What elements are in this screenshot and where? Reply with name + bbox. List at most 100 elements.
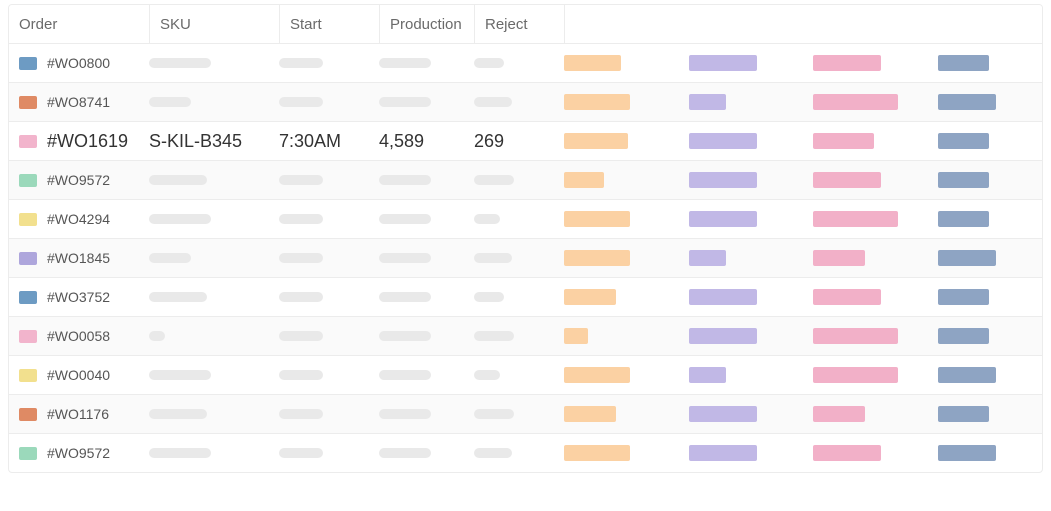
- table-row[interactable]: #WO9572: [9, 433, 1042, 472]
- color-swatch: [19, 330, 37, 343]
- metric-bar: [564, 94, 630, 110]
- metric-bar: [813, 445, 881, 461]
- metric-bar: [938, 172, 990, 188]
- metric-bar: [564, 289, 616, 305]
- skeleton-placeholder: [149, 214, 211, 224]
- table-row[interactable]: #WO1619S-KIL-B3457:30AM4,589269: [9, 121, 1042, 160]
- metric-bar: [689, 328, 757, 344]
- metric-bar: [813, 367, 898, 383]
- color-swatch: [19, 213, 37, 226]
- skeleton-placeholder: [149, 253, 191, 263]
- order-id: #WO8741: [47, 94, 110, 110]
- order-id: #WO3752: [47, 289, 110, 305]
- order-id: #WO4294: [47, 211, 110, 227]
- work-orders-table: Order SKU Start Production Reject #WO080…: [8, 4, 1043, 473]
- skeleton-placeholder: [149, 370, 211, 380]
- skeleton-placeholder: [279, 58, 323, 68]
- table-row[interactable]: #WO1845: [9, 238, 1042, 277]
- order-id: #WO0800: [47, 55, 110, 71]
- skeleton-placeholder: [474, 253, 512, 263]
- skeleton-placeholder: [149, 175, 207, 185]
- metric-bar: [938, 94, 997, 110]
- metric-bar: [813, 94, 898, 110]
- color-swatch: [19, 291, 37, 304]
- skeleton-placeholder: [379, 370, 431, 380]
- metric-bar: [813, 211, 898, 227]
- metric-bar: [564, 133, 628, 149]
- order-id: #WO1845: [47, 250, 110, 266]
- metric-bar: [689, 289, 757, 305]
- skeleton-placeholder: [279, 370, 323, 380]
- sku-value: S-KIL-B345: [149, 131, 242, 152]
- table-row[interactable]: #WO3752: [9, 277, 1042, 316]
- metric-bar: [938, 55, 990, 71]
- table-row[interactable]: #WO8741: [9, 82, 1042, 121]
- metric-bar: [689, 94, 727, 110]
- metric-bar: [813, 133, 874, 149]
- skeleton-placeholder: [279, 409, 323, 419]
- metric-bar: [813, 289, 881, 305]
- skeleton-placeholder: [379, 331, 431, 341]
- order-id: #WO1176: [47, 406, 109, 422]
- skeleton-placeholder: [379, 58, 431, 68]
- metric-bar: [938, 289, 990, 305]
- color-swatch: [19, 369, 37, 382]
- skeleton-placeholder: [149, 331, 165, 341]
- table-row[interactable]: #WO0058: [9, 316, 1042, 355]
- color-swatch: [19, 408, 37, 421]
- header-reject: Reject: [474, 5, 528, 43]
- skeleton-placeholder: [149, 448, 211, 458]
- skeleton-placeholder: [279, 214, 323, 224]
- metric-bar: [813, 172, 881, 188]
- table-row[interactable]: #WO9572: [9, 160, 1042, 199]
- metric-bar: [938, 328, 990, 344]
- metric-bar: [938, 445, 997, 461]
- production-value: 4,589: [379, 131, 424, 152]
- color-swatch: [19, 447, 37, 460]
- header-start: Start: [279, 5, 322, 43]
- skeleton-placeholder: [149, 97, 191, 107]
- skeleton-placeholder: [279, 292, 323, 302]
- skeleton-placeholder: [279, 175, 323, 185]
- metric-bar: [689, 133, 757, 149]
- metric-bar: [689, 445, 757, 461]
- table-row[interactable]: #WO1176: [9, 394, 1042, 433]
- color-swatch: [19, 174, 37, 187]
- metric-bar: [689, 211, 757, 227]
- reject-value: 269: [474, 131, 504, 152]
- skeleton-placeholder: [279, 253, 323, 263]
- skeleton-placeholder: [379, 214, 431, 224]
- table-row[interactable]: #WO4294: [9, 199, 1042, 238]
- metric-bar: [813, 55, 881, 71]
- skeleton-placeholder: [279, 331, 323, 341]
- table-row[interactable]: #WO0040: [9, 355, 1042, 394]
- skeleton-placeholder: [474, 448, 512, 458]
- metric-bar: [564, 445, 630, 461]
- metric-bar: [938, 250, 997, 266]
- metric-bar: [813, 406, 865, 422]
- metric-bar: [564, 55, 621, 71]
- skeleton-placeholder: [474, 370, 500, 380]
- table-row[interactable]: #WO0800: [9, 43, 1042, 82]
- color-swatch: [19, 96, 37, 109]
- metric-bar: [813, 250, 865, 266]
- table-header-row: Order SKU Start Production Reject: [9, 5, 1042, 43]
- skeleton-placeholder: [379, 448, 431, 458]
- metric-bar: [938, 211, 990, 227]
- order-id: #WO9572: [47, 172, 110, 188]
- skeleton-placeholder: [474, 331, 514, 341]
- header-sku: SKU: [149, 5, 191, 43]
- skeleton-placeholder: [474, 58, 504, 68]
- metric-bar: [564, 211, 630, 227]
- order-id: #WO9572: [47, 445, 110, 461]
- header-order: Order: [19, 5, 57, 43]
- skeleton-placeholder: [474, 175, 514, 185]
- skeleton-placeholder: [149, 292, 207, 302]
- metric-bar: [564, 328, 588, 344]
- skeleton-placeholder: [149, 58, 211, 68]
- metric-bar: [564, 172, 604, 188]
- skeleton-placeholder: [379, 97, 431, 107]
- color-swatch: [19, 252, 37, 265]
- skeleton-placeholder: [379, 253, 431, 263]
- metric-bar: [938, 367, 997, 383]
